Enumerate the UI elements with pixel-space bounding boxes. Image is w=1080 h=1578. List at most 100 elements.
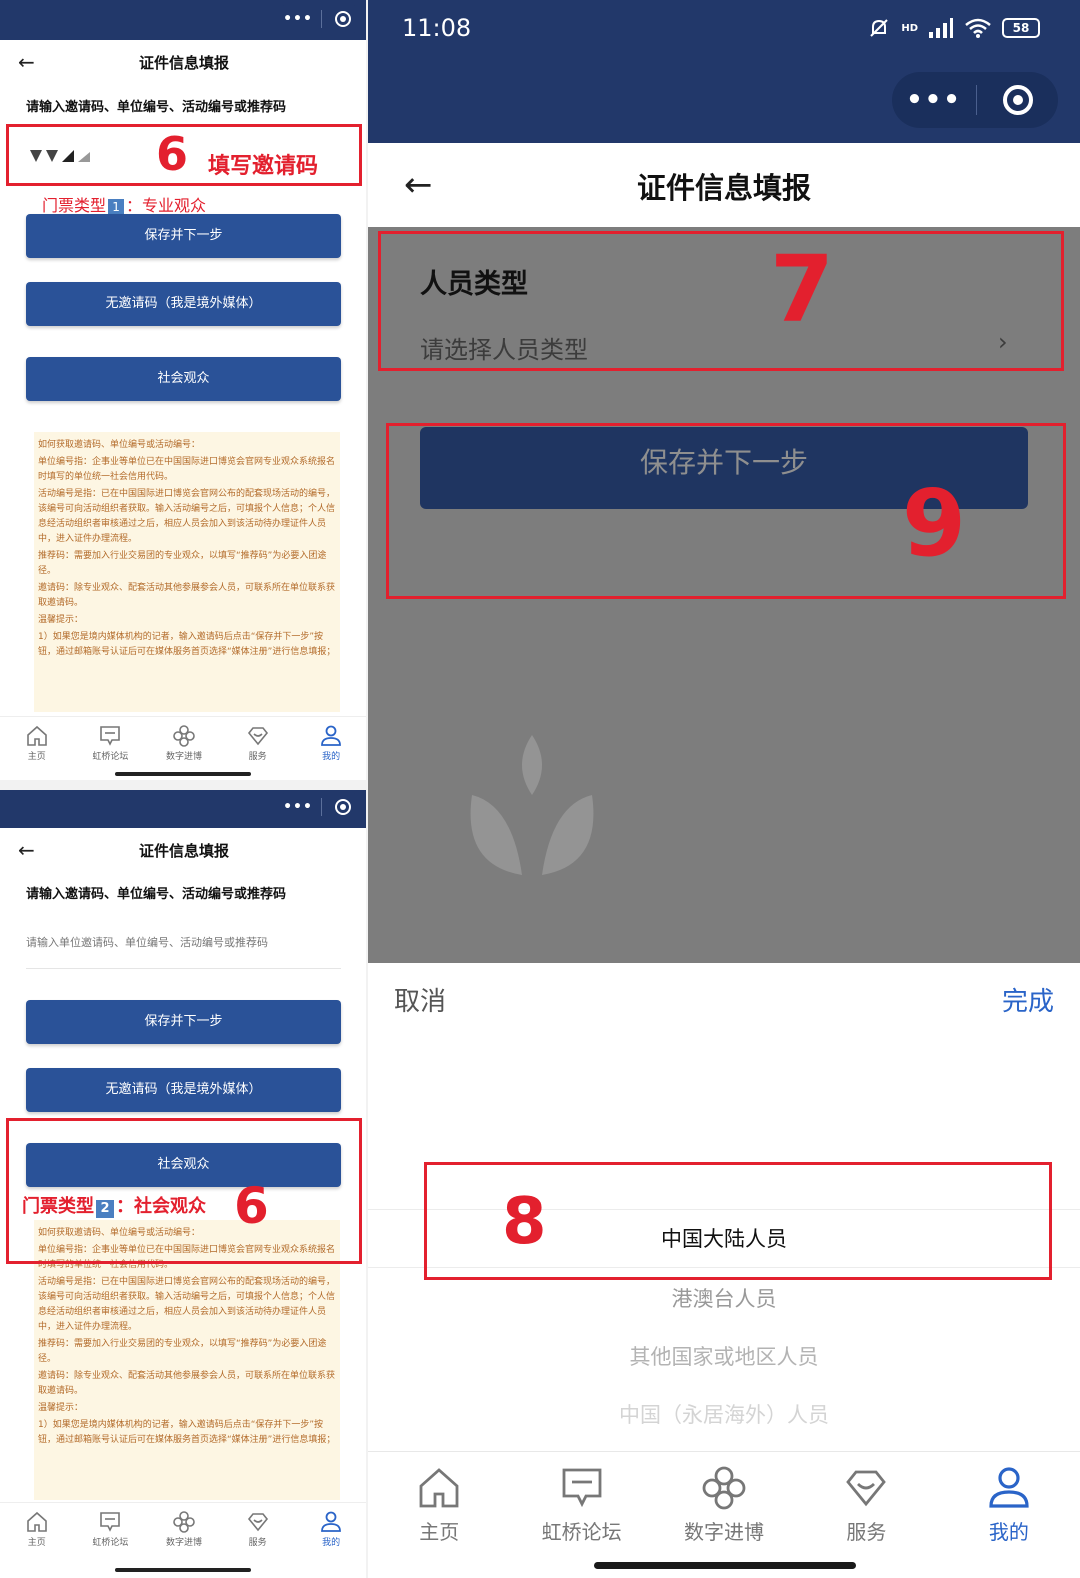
picker-cancel-button[interactable]: 取消 <box>394 981 446 1018</box>
tab-home[interactable]: 主页 <box>0 717 74 772</box>
tab-label: 服务 <box>846 1520 887 1544</box>
tab-label: 主页 <box>27 752 46 762</box>
annotation-number-6: 6 <box>156 127 189 181</box>
tab-mine[interactable]: 我的 <box>938 1452 1080 1578</box>
home-icon <box>26 725 47 746</box>
digital-icon <box>702 1466 746 1510</box>
user-icon <box>321 725 342 746</box>
tab-forum[interactable]: 虹桥论坛 <box>510 1452 652 1578</box>
tab-label: 虹桥论坛 <box>92 752 129 762</box>
tab-label: 主页 <box>419 1520 460 1544</box>
picker-option[interactable]: 港澳台人员 <box>368 1283 1080 1313</box>
tab-label: 服务 <box>248 1538 267 1548</box>
digital-icon <box>173 725 195 747</box>
tab-label: 主页 <box>27 1538 46 1548</box>
tab-digital[interactable]: 数字进博 <box>147 717 221 772</box>
ticket-type-badge: 1 <box>108 199 125 215</box>
target-icon[interactable] <box>977 85 1058 115</box>
tab-forum[interactable]: 虹桥论坛 <box>74 1503 148 1558</box>
tab-label: 数字进博 <box>684 1520 765 1544</box>
forum-icon <box>100 1512 121 1532</box>
tab-home[interactable]: 主页 <box>0 1503 74 1558</box>
invite-prompt: 请输入邀请码、单位编号、活动编号或推荐码 <box>26 887 287 902</box>
tab-bar: 主页 虹桥论坛 数字进博 服务 我的 <box>368 1451 1080 1578</box>
more-dots-icon[interactable]: ••• <box>275 11 321 27</box>
tab-label: 虹桥论坛 <box>541 1520 622 1544</box>
annotation-number-9: 9 <box>902 470 967 577</box>
annotation-number-6: 6 <box>234 1177 269 1235</box>
no-invite-button[interactable]: 无邀请码（我是境外媒体） <box>26 1068 341 1112</box>
annotation-box-public <box>6 1118 362 1264</box>
more-dots-icon[interactable]: ••• <box>892 85 976 115</box>
status-time: 11:08 <box>402 14 472 42</box>
nav-bar: ← 证件信息填报 <box>368 143 1080 227</box>
save-next-button[interactable]: 保存并下一步 <box>26 1000 341 1044</box>
home-indicator <box>594 1562 856 1569</box>
tab-service[interactable]: 服务 <box>795 1452 937 1578</box>
annotation-label-fill-invite: 填写邀请码 <box>208 154 319 179</box>
tips-unit-number: 单位编号指：企事业等单位已在中国国际进口博览会官网专业观众系统报名时填写的单位统… <box>38 457 336 482</box>
tab-forum[interactable]: 虹桥论坛 <box>74 717 148 772</box>
ticket-type-label: 门票类型 <box>22 1196 94 1217</box>
tab-label: 我的 <box>322 752 341 762</box>
ticket-type-label: 门票类型 <box>42 196 107 215</box>
tab-bar: 主页 虹桥论坛 数字进博 服务 我的 <box>0 716 368 772</box>
tab-label: 我的 <box>988 1520 1029 1544</box>
tab-mine[interactable]: 我的 <box>294 717 368 772</box>
tab-label: 我的 <box>322 1538 341 1548</box>
wifi-icon <box>965 18 991 38</box>
status-icons: HD 58 <box>867 16 1040 40</box>
home-icon <box>419 1468 459 1508</box>
home-indicator <box>115 1568 251 1572</box>
annotation-box-person-type <box>378 231 1064 371</box>
forum-icon <box>100 726 121 746</box>
no-invite-button[interactable]: 无邀请码（我是境外媒体） <box>26 282 341 326</box>
invite-code-input[interactable]: 请输入单位邀请码、单位编号、活动编号或推荐码 <box>26 934 268 950</box>
ticket-type-value: ：专业观众 <box>126 196 207 215</box>
service-icon <box>247 1513 268 1532</box>
tips-box: 如何获取邀请码、单位编号或活动编号： 单位编号指：企事业等单位已在中国国际进口博… <box>34 432 340 712</box>
tab-home[interactable]: 主页 <box>368 1452 510 1578</box>
save-next-button[interactable]: 保存并下一步 <box>26 214 341 258</box>
mini-program-capsule[interactable]: ••• <box>275 4 363 34</box>
picker-option[interactable]: 其他国家或地区人员 <box>368 1341 1080 1371</box>
tab-bar: 主页 虹桥论坛 数字进博 服务 我的 <box>0 1502 368 1558</box>
hd-badge: HD <box>901 22 918 34</box>
annotation-number-8: 8 <box>502 1185 547 1259</box>
watermark-logo <box>470 735 594 875</box>
tab-digital[interactable]: 数字进博 <box>147 1503 221 1558</box>
tips-invite-code: 邀请码：除专业观众、配套活动其他参展参会人员，可联系所在单位联系获取邀请码。 <box>38 1371 336 1396</box>
target-icon[interactable] <box>322 799 363 815</box>
tab-label: 数字进博 <box>165 1538 202 1548</box>
public-visitor-button[interactable]: 社会观众 <box>26 357 341 401</box>
invite-prompt: 请输入邀请码、单位编号、活动编号或推荐码 <box>26 100 287 115</box>
signal-icon <box>929 18 953 38</box>
screen-invite-code-2: ••• ← 证件信息填报 请输入邀请码、单位编号、活动编号或推荐码 请输入单位邀… <box>0 790 368 1578</box>
mini-program-capsule[interactable]: ••• <box>275 792 363 822</box>
tab-service[interactable]: 服务 <box>221 717 295 772</box>
ticket-type-note: 门票类型 2 ：社会观众 <box>22 1192 206 1218</box>
forum-icon <box>562 1468 602 1508</box>
ticket-type-badge: 2 <box>96 1200 114 1218</box>
tab-service[interactable]: 服务 <box>221 1503 295 1558</box>
more-dots-icon[interactable]: ••• <box>275 799 321 815</box>
status-bar: 11:08 HD 58 ••• <box>368 0 1080 143</box>
user-icon <box>989 1467 1029 1508</box>
tips-reminder: 温馨提示： <box>38 1403 84 1413</box>
tab-digital[interactable]: 数字进博 <box>653 1452 795 1578</box>
service-icon <box>846 1470 887 1507</box>
tab-mine[interactable]: 我的 <box>294 1503 368 1558</box>
ticket-type-note: 门票类型 1 ：专业观众 <box>42 192 206 216</box>
page-title: 证件信息填报 <box>138 54 229 72</box>
target-icon[interactable] <box>322 11 363 27</box>
mini-program-capsule[interactable]: ••• <box>892 72 1058 128</box>
home-indicator <box>115 772 251 776</box>
picker-done-button[interactable]: 完成 <box>1002 981 1054 1018</box>
picker-option[interactable]: 中国（永居海外）人员 <box>368 1399 1080 1429</box>
mute-bell-icon <box>870 19 889 37</box>
page-title: 证件信息填报 <box>138 842 229 860</box>
tips-media-note: 1）如果您是境内媒体机构的记者，输入邀请码后点击“保存并下一步”按钮，通过邮箱账… <box>38 1420 336 1445</box>
tab-label: 虹桥论坛 <box>92 1538 129 1548</box>
tips-activity-number: 活动编号是指：已在中国国际进口博览会官网公布的配套现场活动的编号，该编号可向活动… <box>38 489 336 544</box>
tips-heading: 如何获取邀请码、单位编号或活动编号： <box>38 440 201 450</box>
